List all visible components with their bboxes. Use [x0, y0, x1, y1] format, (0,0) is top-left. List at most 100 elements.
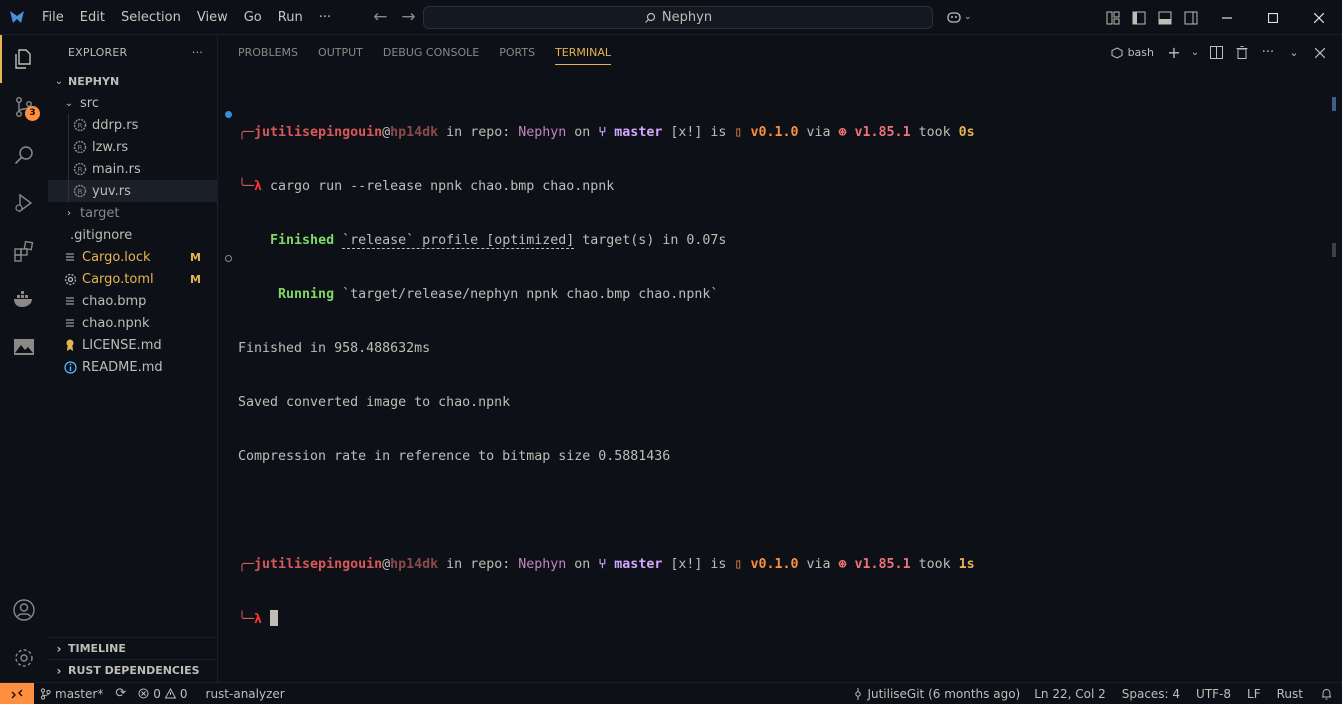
prompt-repo: Nephyn — [518, 125, 567, 140]
maximize-panel-chevron-icon[interactable]: ⌄ — [1284, 43, 1304, 63]
problems-status[interactable]: 0 0 — [132, 683, 193, 704]
forward-arrow-icon[interactable]: → — [401, 7, 415, 27]
remote-indicator-icon[interactable] — [0, 682, 34, 704]
git-blame-status[interactable]: JutiliseGit (6 months ago) — [847, 683, 1026, 704]
command-center-search[interactable]: Nephyn — [423, 6, 933, 29]
menu-edit[interactable]: Edit — [72, 0, 113, 35]
gear-file-icon — [62, 271, 78, 287]
command-line-1: ╰─λ cargo run --release npnk chao.bmp ch… — [238, 178, 1318, 196]
cursor-position[interactable]: Ln 22, Col 2 — [1026, 683, 1114, 704]
extensions-icon[interactable] — [0, 227, 48, 275]
folder-src[interactable]: ⌄ src — [48, 92, 217, 114]
toggle-panel-icon[interactable] — [1152, 0, 1178, 35]
copilot-button[interactable]: ⌄ — [946, 9, 972, 25]
svg-text:R: R — [78, 122, 83, 130]
prompt-took: took — [910, 125, 959, 140]
menu-file[interactable]: File — [34, 0, 72, 35]
minimize-icon[interactable] — [1204, 0, 1250, 35]
sync-icon[interactable]: ⟳ — [109, 683, 132, 704]
file-chao-bmp[interactable]: chao.bmp — [48, 290, 217, 312]
command-text: cargo run --release npnk chao.bmp chao.n… — [262, 179, 615, 194]
profile-link[interactable]: `release` profile [optimized] — [342, 233, 575, 249]
file-yuv[interactable]: R yuv.rs — [48, 180, 217, 202]
language-mode[interactable]: Rust — [1269, 683, 1311, 704]
eol-status[interactable]: LF — [1239, 683, 1269, 704]
prompt-took: took — [910, 557, 959, 572]
back-arrow-icon[interactable]: ← — [373, 7, 387, 27]
menu-view[interactable]: View — [189, 0, 236, 35]
notifications-bell-icon[interactable] — [1311, 683, 1342, 704]
file-cargo-lock[interactable]: Cargo.lock M — [48, 246, 217, 268]
terminal-output[interactable]: ╭─jutilisepingouin@hp14dk in repo: Nephy… — [238, 88, 1318, 664]
file-label: Cargo.lock — [82, 249, 151, 265]
scroll-marker — [1332, 243, 1336, 257]
source-control-icon[interactable]: 3 — [0, 83, 48, 131]
tab-debug-console[interactable]: DEBUG CONSOLE — [373, 35, 489, 70]
file-label: LICENSE.md — [82, 337, 162, 353]
trash-icon[interactable] — [1232, 43, 1252, 63]
file-ddrp[interactable]: R ddrp.rs — [48, 114, 217, 136]
maximize-icon[interactable] — [1250, 0, 1296, 35]
file-chao-npnk[interactable]: chao.npnk — [48, 312, 217, 334]
toggle-sidebar-icon[interactable] — [1126, 0, 1152, 35]
file-cargo-toml[interactable]: Cargo.toml M — [48, 268, 217, 290]
file-license[interactable]: LICENSE.md — [48, 334, 217, 356]
command-success-dot-icon — [225, 111, 232, 118]
image-preview-icon[interactable] — [0, 323, 48, 371]
output-text: target(s) in 0.07s — [574, 233, 727, 248]
explorer-more-button[interactable]: ··· — [192, 46, 203, 59]
toggle-secondary-sidebar-icon[interactable] — [1178, 0, 1204, 35]
close-panel-icon[interactable] — [1310, 43, 1330, 63]
file-lzw[interactable]: R lzw.rs — [48, 136, 217, 158]
file-label: lzw.rs — [92, 139, 129, 155]
branch-label: master* — [55, 686, 104, 701]
chevron-down-icon: ⌄ — [964, 12, 972, 22]
file-label: ddrp.rs — [92, 117, 139, 133]
new-terminal-plus-icon[interactable]: + — [1164, 43, 1184, 63]
close-window-icon[interactable] — [1296, 0, 1342, 35]
encoding-status[interactable]: UTF-8 — [1188, 683, 1239, 704]
settings-gear-icon[interactable] — [0, 634, 48, 682]
terminal-selector[interactable]: bash — [1111, 46, 1154, 59]
rust-dependencies-section[interactable]: › RUST DEPENDENCIES — [48, 659, 218, 681]
target-folder-label: target — [80, 205, 120, 221]
more-actions-icon[interactable]: ··· — [1258, 43, 1278, 63]
explorer-icon[interactable] — [0, 35, 48, 83]
branch-status[interactable]: master* — [34, 683, 109, 704]
prompt-corner: ╭─ — [238, 125, 255, 140]
file-gitignore[interactable]: .gitignore — [48, 224, 217, 246]
rust-analyzer-status[interactable]: rust-analyzer — [200, 683, 291, 704]
prompt-corner: ╰─ — [238, 612, 255, 627]
prompt-in-repo: in repo: — [438, 125, 519, 140]
prompt-corner: ╰─ — [238, 179, 255, 194]
prompt-via: via — [798, 557, 839, 572]
menu-more[interactable]: ··· — [311, 0, 339, 35]
prompt-host: hp14dk — [390, 125, 439, 140]
indentation-status[interactable]: Spaces: 4 — [1114, 683, 1188, 704]
command-pending-dot-icon — [225, 255, 232, 262]
tab-output[interactable]: OUTPUT — [308, 35, 373, 70]
folder-target[interactable]: › target — [48, 202, 217, 224]
split-terminal-icon[interactable] — [1206, 43, 1226, 63]
tab-problems[interactable]: PROBLEMS — [228, 35, 308, 70]
rust-file-icon: R — [72, 161, 88, 177]
timeline-section[interactable]: › TIMELINE — [48, 637, 218, 659]
menu-go[interactable]: Go — [236, 0, 270, 35]
file-readme[interactable]: README.md — [48, 356, 217, 378]
accounts-icon[interactable] — [0, 586, 48, 634]
search-view-icon[interactable] — [0, 131, 48, 179]
menu-run[interactable]: Run — [270, 0, 311, 35]
menu-selection[interactable]: Selection — [113, 0, 189, 35]
layout-customize-icon[interactable] — [1100, 0, 1126, 35]
run-debug-icon[interactable] — [0, 179, 48, 227]
prompt-user: jutilisepingouin — [254, 125, 383, 140]
git-file-icon — [62, 227, 66, 243]
tab-terminal[interactable]: TERMINAL — [545, 35, 621, 70]
chevron-down-icon: ⌄ — [64, 97, 74, 109]
rust-file-icon: R — [72, 183, 88, 199]
file-main[interactable]: R main.rs — [48, 158, 217, 180]
tab-ports[interactable]: PORTS — [489, 35, 545, 70]
chevron-down-icon[interactable]: ⌄ — [1190, 43, 1200, 63]
docker-icon[interactable] — [0, 275, 48, 323]
folder-root[interactable]: ⌄ NEPHYN — [48, 70, 217, 92]
